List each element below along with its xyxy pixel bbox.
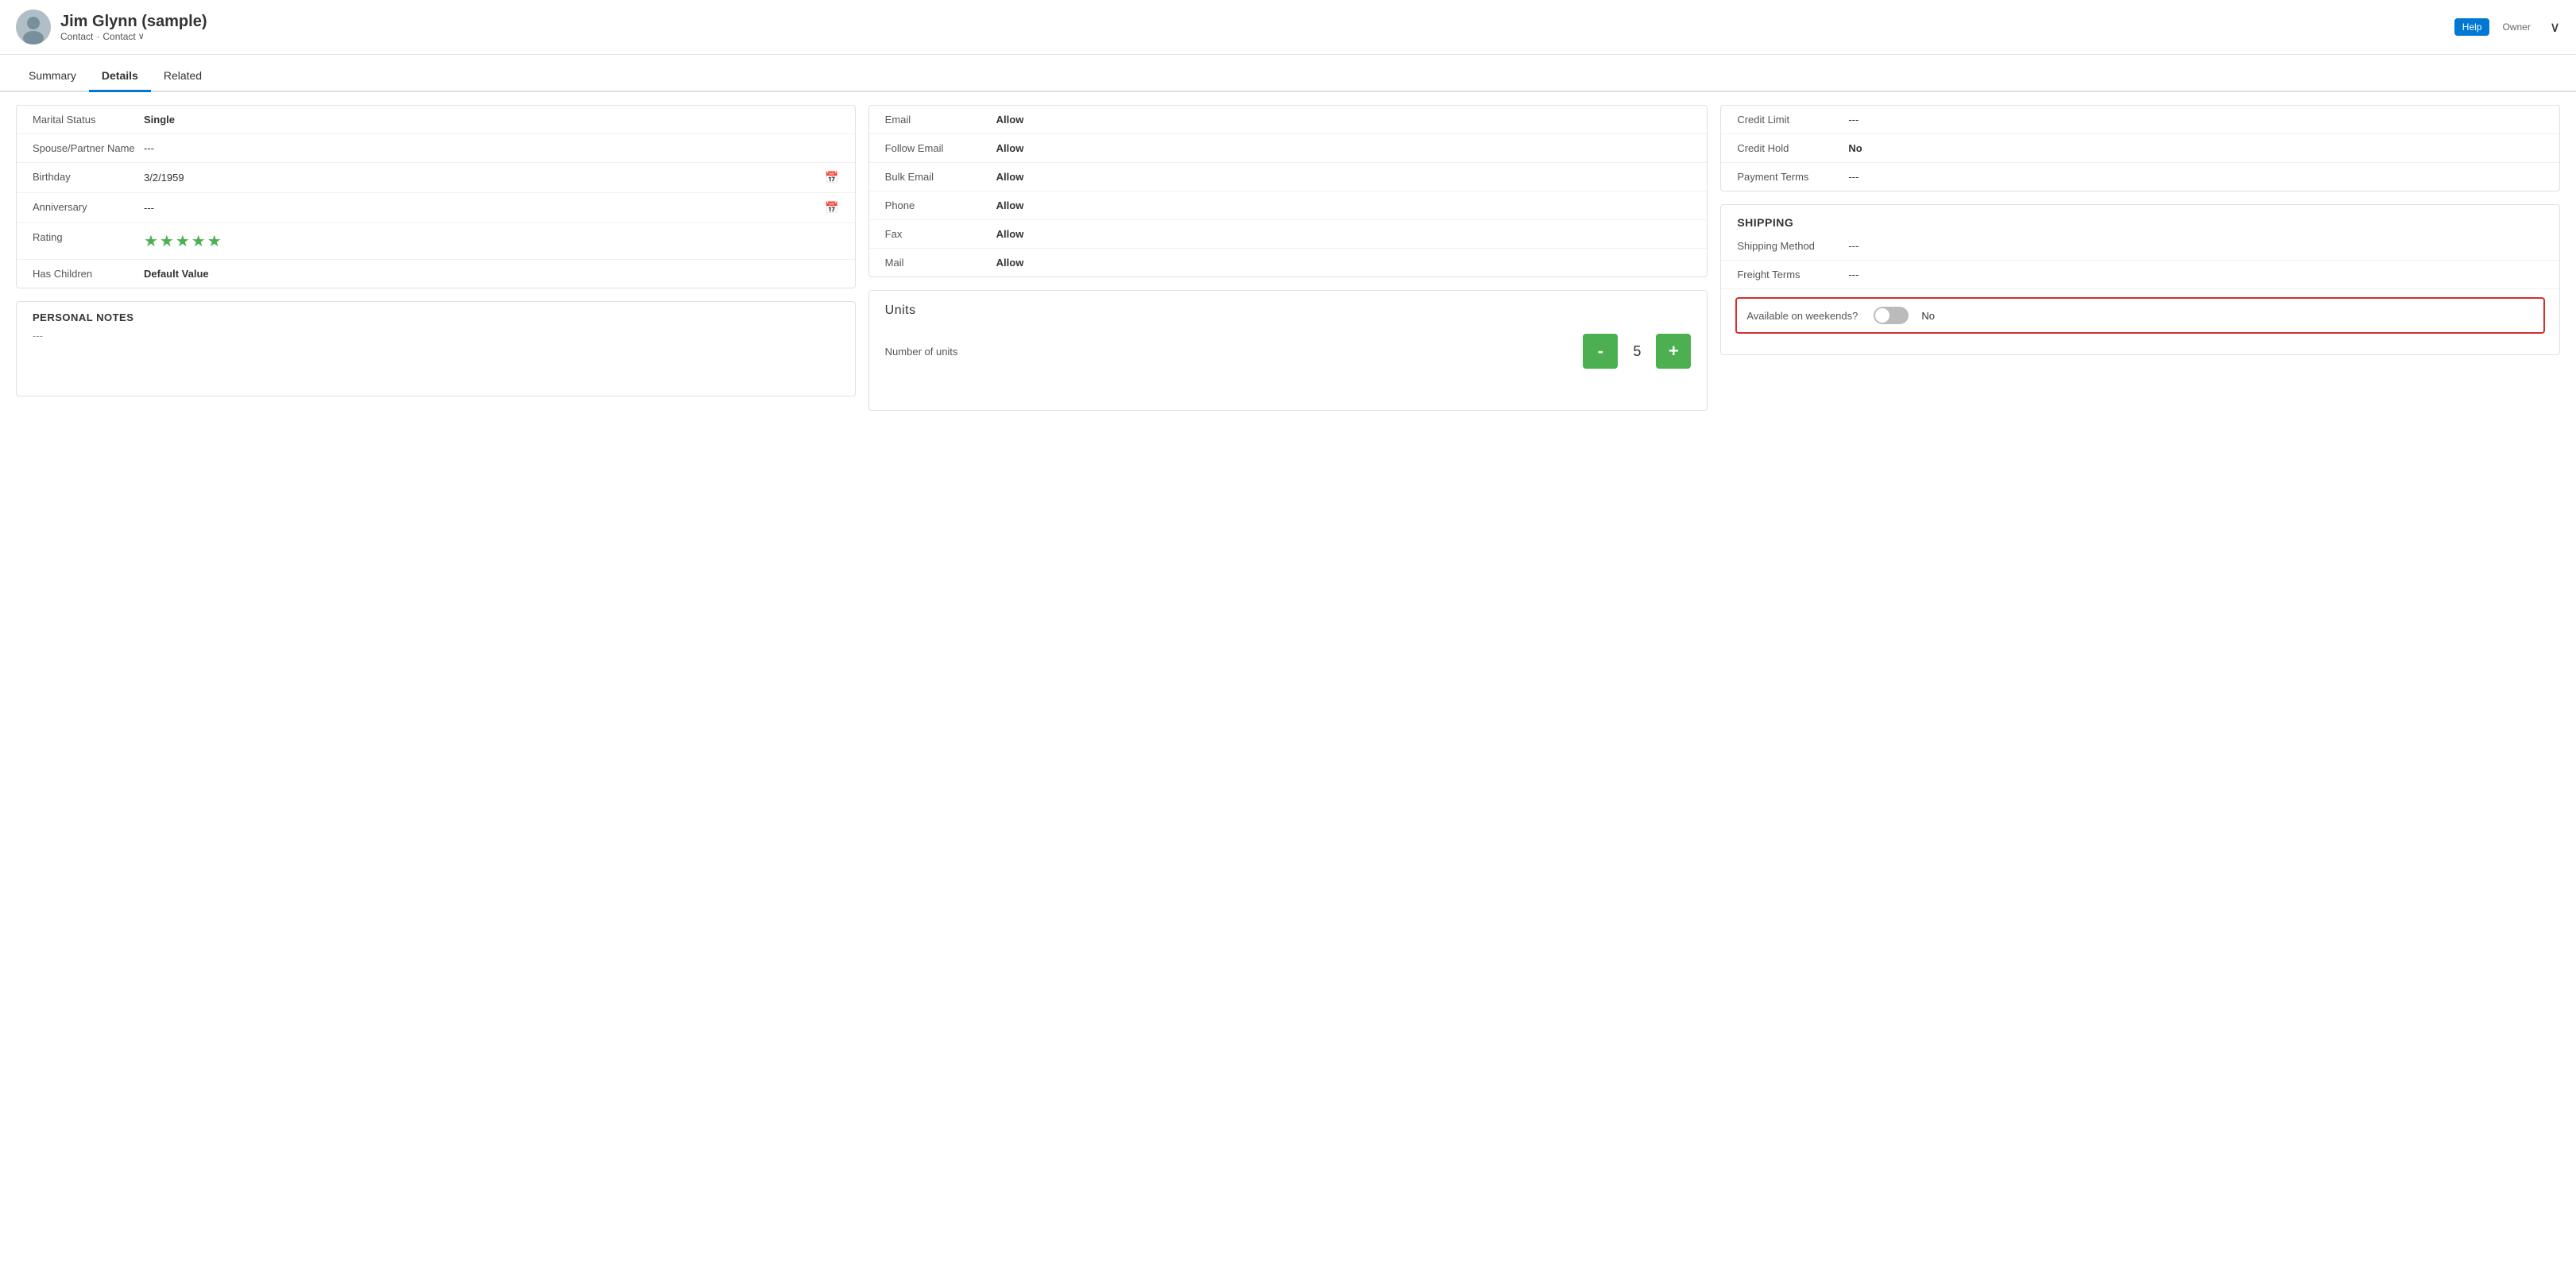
field-spouse: Spouse/Partner Name --- <box>17 134 855 163</box>
units-field-label: Number of units <box>885 346 1584 358</box>
label-has-children: Has Children <box>33 268 144 280</box>
weekend-row-wrapper: Available on weekends? No <box>1721 289 2559 342</box>
page-header: Jim Glynn (sample) Contact · Contact ∨ H… <box>0 0 2576 55</box>
units-controls: - 5 + <box>1583 334 1691 369</box>
personal-notes-card: PERSONAL NOTES --- <box>16 301 856 396</box>
units-row: Number of units - 5 + <box>869 324 1708 378</box>
value-spouse: --- <box>144 142 839 154</box>
label-freight-terms: Freight Terms <box>1737 269 1848 280</box>
tab-details[interactable]: Details <box>89 61 151 92</box>
label-rating: Rating <box>33 231 144 243</box>
birthday-with-icon: 3/2/1959 📅 <box>144 171 839 184</box>
units-decrement-button[interactable]: - <box>1583 334 1618 369</box>
field-email: Email Allow <box>869 106 1708 134</box>
field-bulk-email: Bulk Email Allow <box>869 163 1708 191</box>
breadcrumb-contact1[interactable]: Contact <box>60 31 93 42</box>
owner-label: Owner <box>2502 21 2530 33</box>
value-anniversary: --- <box>144 202 818 214</box>
value-fax: Allow <box>996 228 1692 240</box>
field-mail: Mail Allow <box>869 249 1708 277</box>
weekend-toggle[interactable] <box>1874 307 1909 324</box>
value-birthday: 3/2/1959 <box>144 172 818 184</box>
label-credit-limit: Credit Limit <box>1737 114 1848 126</box>
toggle-wrapper: No <box>1874 307 1935 324</box>
owner-area: Owner <box>2502 21 2530 33</box>
label-payment-terms: Payment Terms <box>1737 171 1848 183</box>
tab-related[interactable]: Related <box>151 61 215 92</box>
label-mail: Mail <box>885 257 996 269</box>
label-fax: Fax <box>885 228 996 240</box>
avatar <box>16 10 51 44</box>
label-marital-status: Marital Status <box>33 114 144 126</box>
personal-info-card: Marital Status Single Spouse/Partner Nam… <box>16 105 856 288</box>
units-title: Units <box>869 291 1708 324</box>
units-card: Units Number of units - 5 + <box>868 290 1708 411</box>
weekend-toggle-label: No <box>1921 310 1935 322</box>
field-phone: Phone Allow <box>869 191 1708 220</box>
weekend-field-highlighted: Available on weekends? No <box>1735 297 2545 334</box>
units-increment-button[interactable]: + <box>1656 334 1691 369</box>
label-birthday: Birthday <box>33 171 144 183</box>
field-has-children: Has Children Default Value <box>17 260 855 288</box>
value-mail: Allow <box>996 257 1692 269</box>
breadcrumb-separator: · <box>96 31 99 42</box>
value-email: Allow <box>996 114 1692 126</box>
value-payment-terms: --- <box>1848 171 2543 183</box>
label-spouse: Spouse/Partner Name <box>33 142 144 154</box>
value-credit-limit: --- <box>1848 114 2543 126</box>
units-value: 5 <box>1624 343 1650 360</box>
calendar-icon-anniversary[interactable]: 📅 <box>825 201 838 215</box>
tabs-bar: Summary Details Related <box>0 61 2576 92</box>
value-follow-email: Allow <box>996 142 1692 154</box>
label-credit-hold: Credit Hold <box>1737 142 1848 154</box>
field-marital-status: Marital Status Single <box>17 106 855 134</box>
value-phone: Allow <box>996 199 1692 211</box>
label-available-weekends: Available on weekends? <box>1746 310 1874 322</box>
header-right: Help Owner ∨ <box>2454 18 2560 36</box>
contact-preferences-card: Email Allow Follow Email Allow Bulk Emai… <box>868 105 1708 277</box>
field-follow-email: Follow Email Allow <box>869 134 1708 163</box>
credit-info-card: Credit Limit --- Credit Hold No Payment … <box>1720 105 2560 191</box>
breadcrumb: Contact · Contact ∨ <box>60 31 2454 42</box>
field-shipping-method: Shipping Method --- <box>1721 232 2559 261</box>
field-rating: Rating ★★★★★ <box>17 223 855 260</box>
anniversary-with-icon: --- 📅 <box>144 201 839 215</box>
value-bulk-email: Allow <box>996 171 1692 183</box>
calendar-icon-birthday[interactable]: 📅 <box>825 171 838 184</box>
shipping-card: SHIPPING Shipping Method --- Freight Ter… <box>1720 204 2560 355</box>
shipping-title: SHIPPING <box>1721 205 2559 232</box>
expand-chevron[interactable]: ∨ <box>2550 19 2560 36</box>
contact-name: Jim Glynn (sample) <box>60 13 2454 31</box>
field-credit-hold: Credit Hold No <box>1721 134 2559 163</box>
value-shipping-method: --- <box>1848 240 2543 252</box>
personal-notes-title: PERSONAL NOTES <box>17 302 855 323</box>
right-column: Credit Limit --- Credit Hold No Payment … <box>1720 105 2560 411</box>
breadcrumb-chevron[interactable]: ∨ <box>138 31 145 41</box>
value-freight-terms: --- <box>1848 269 2543 280</box>
main-content: Marital Status Single Spouse/Partner Nam… <box>0 92 2576 424</box>
label-phone: Phone <box>885 199 996 211</box>
field-anniversary: Anniversary --- 📅 <box>17 193 855 223</box>
personal-notes-value: --- <box>17 323 855 348</box>
value-rating: ★★★★★ <box>144 231 223 251</box>
tab-summary[interactable]: Summary <box>16 61 89 92</box>
value-has-children: Default Value <box>144 268 839 280</box>
field-freight-terms: Freight Terms --- <box>1721 261 2559 289</box>
left-column: Marital Status Single Spouse/Partner Nam… <box>16 105 856 411</box>
header-info: Jim Glynn (sample) Contact · Contact ∨ <box>60 13 2454 42</box>
help-button[interactable]: Help <box>2454 18 2490 36</box>
breadcrumb-contact2[interactable]: Contact ∨ <box>102 31 144 42</box>
label-shipping-method: Shipping Method <box>1737 240 1848 252</box>
field-payment-terms: Payment Terms --- <box>1721 163 2559 191</box>
label-follow-email: Follow Email <box>885 142 996 154</box>
value-credit-hold: No <box>1848 142 2543 154</box>
field-birthday: Birthday 3/2/1959 📅 <box>17 163 855 193</box>
field-fax: Fax Allow <box>869 220 1708 249</box>
label-email: Email <box>885 114 996 126</box>
middle-column: Email Allow Follow Email Allow Bulk Emai… <box>868 105 1708 411</box>
value-marital-status: Single <box>144 114 839 126</box>
field-credit-limit: Credit Limit --- <box>1721 106 2559 134</box>
label-bulk-email: Bulk Email <box>885 171 996 183</box>
label-anniversary: Anniversary <box>33 201 144 213</box>
